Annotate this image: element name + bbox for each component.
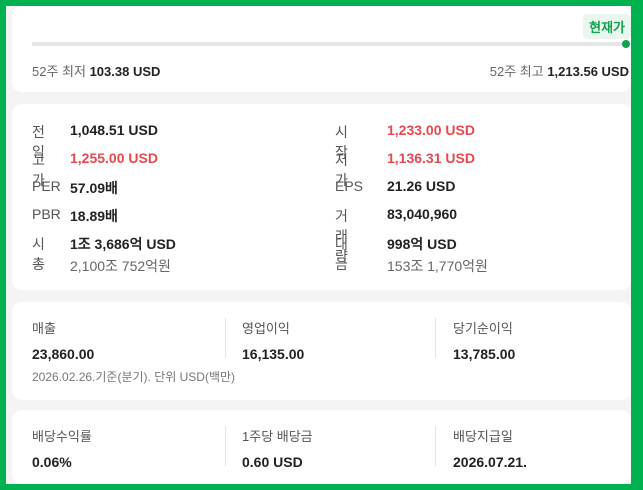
current-price-badge: 현재가 bbox=[583, 14, 631, 39]
dividend-per-share: 1주당 배당금 0.60 USD bbox=[242, 426, 313, 470]
trade-amount-krw: 153조 1,770억원 bbox=[387, 258, 488, 274]
per-value: 57.09배 bbox=[70, 180, 118, 196]
trade-amount-label: 대금 bbox=[335, 236, 348, 272]
dividend-pay-date: 배당지급일 2026.07.21. bbox=[453, 426, 527, 470]
day-high-value: 1,255.00 USD bbox=[70, 150, 158, 166]
day-low-value: 1,136.31 USD bbox=[387, 150, 475, 166]
net-income-value: 13,785.00 bbox=[453, 346, 516, 362]
dividend-per-share-label: 1주당 배당금 bbox=[242, 429, 313, 444]
market-cap-value: 1조 3,686억 USD bbox=[70, 236, 176, 252]
financials-card: 매출 23,860.00 영업이익 16,135.00 당기순이익 13,785… bbox=[12, 302, 631, 400]
52-week-range-card: 현재가 52주 최저 103.38 USD 52주 최고 1,213.56 US… bbox=[12, 6, 631, 92]
52-week-low: 52주 최저 103.38 USD bbox=[32, 61, 160, 80]
52-week-high-label: 52주 최고 bbox=[489, 64, 544, 79]
stock-summary-panel: 현재가 52주 최저 103.38 USD 52주 최고 1,213.56 US… bbox=[6, 6, 631, 484]
prev-close-value: 1,048.51 USD bbox=[70, 122, 158, 138]
dividend-card: 배당수익률 0.06% 1주당 배당금 0.60 USD 배당지급일 2026.… bbox=[12, 410, 631, 484]
divider bbox=[435, 318, 436, 358]
eps-value: 21.26 USD bbox=[387, 178, 456, 194]
per-label: PER bbox=[32, 178, 61, 194]
52-week-high-value: 1,213.56 USD bbox=[547, 64, 629, 79]
dividend-yield-value: 0.06% bbox=[32, 454, 72, 470]
trade-amount-value: 998억 USD bbox=[387, 236, 457, 252]
dividend-yield-label: 배당수익률 bbox=[32, 429, 92, 444]
pbr-label: PBR bbox=[32, 206, 61, 222]
net-income: 당기순이익 13,785.00 bbox=[453, 318, 516, 362]
52-week-low-value: 103.38 USD bbox=[89, 64, 161, 79]
net-income-label: 당기순이익 bbox=[453, 321, 513, 336]
range-fill bbox=[32, 42, 626, 46]
eps-label: EPS bbox=[335, 178, 364, 194]
divider bbox=[225, 426, 226, 466]
operating-income-value: 16,135.00 bbox=[242, 346, 305, 362]
financials-note: 2026.02.26.기준(분기). 단위 USD(백만) bbox=[32, 370, 236, 384]
volume-value: 83,040,960 bbox=[387, 206, 458, 222]
current-price-marker bbox=[622, 40, 630, 48]
52-week-range-bar bbox=[32, 40, 630, 48]
revenue-value: 23,860.00 bbox=[32, 346, 95, 362]
market-cap-krw: 2,100조 752억원 bbox=[70, 258, 171, 274]
revenue: 매출 23,860.00 bbox=[32, 318, 95, 362]
pbr-value: 18.89배 bbox=[70, 208, 118, 224]
divider bbox=[435, 426, 436, 466]
market-cap-label: 시총 bbox=[32, 236, 45, 272]
52-week-high: 52주 최고 1,213.56 USD bbox=[490, 61, 629, 80]
price-details-card: 전일 1,048.51 USD 시작 1,233.00 USD 고가 1,255… bbox=[12, 104, 631, 290]
52-week-low-label: 52주 최저 bbox=[32, 64, 86, 79]
open-value: 1,233.00 USD bbox=[387, 122, 475, 138]
dividend-pay-date-label: 배당지급일 bbox=[453, 429, 513, 444]
operating-income: 영업이익 16,135.00 bbox=[242, 318, 305, 362]
divider bbox=[225, 318, 226, 358]
revenue-label: 매출 bbox=[32, 321, 56, 336]
operating-income-label: 영업이익 bbox=[242, 321, 290, 336]
dividend-pay-date-value: 2026.07.21. bbox=[453, 454, 527, 470]
dividend-per-share-value: 0.60 USD bbox=[242, 454, 303, 470]
dividend-yield: 배당수익률 0.06% bbox=[32, 426, 92, 470]
